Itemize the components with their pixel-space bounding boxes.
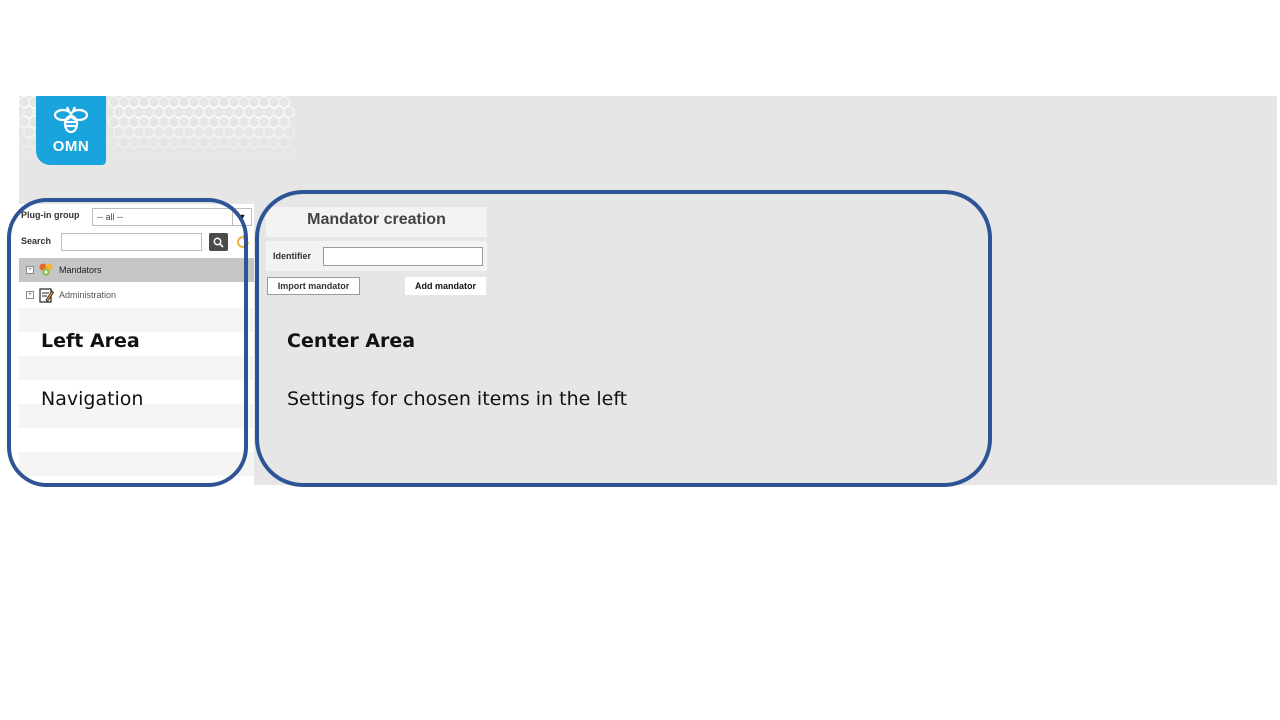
left-area-title: Left Area [41, 330, 140, 352]
left-area-description: Navigation [41, 388, 144, 410]
omn-logo[interactable]: OMN [36, 96, 106, 165]
center-area-description: Settings for chosen items in the left [287, 388, 628, 410]
center-area-title: Center Area [287, 330, 416, 352]
logo-text: OMN [52, 138, 90, 155]
bee-icon [53, 106, 89, 134]
